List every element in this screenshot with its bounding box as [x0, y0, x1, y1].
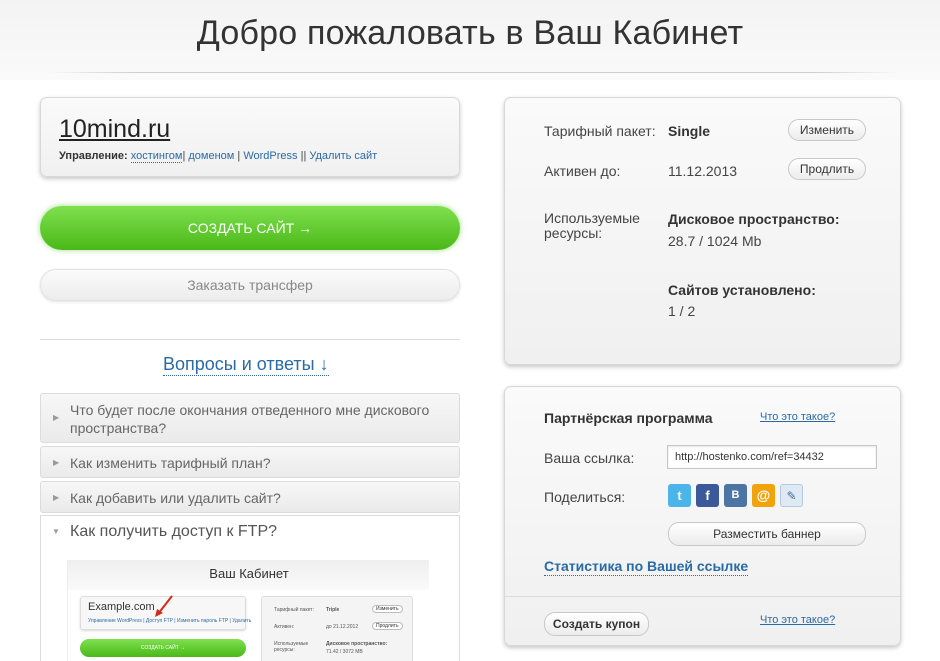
disk-space-value: 28.7 / 1024 Mb [668, 233, 762, 249]
ref-stats-link[interactable]: Статистика по Вашей ссылке [544, 558, 749, 576]
resources-label: Используемые ресурсы: [544, 210, 640, 241]
partner-title: Партнёрская программа [544, 410, 713, 426]
screenshot-create-button: СОЗДАТЬ САЙТ → [80, 639, 246, 657]
tariff-value: Single [668, 123, 711, 139]
red-arrow-icon [155, 595, 173, 617]
chevron-right-icon: ▶ [53, 413, 60, 422]
partner-what-link[interactable]: Что это такое? [760, 411, 835, 423]
screenshot-resources-label: Используемые ресурсы: [274, 641, 309, 653]
screenshot-site-name: Example.com [88, 601, 155, 613]
order-transfer-button[interactable]: Заказать трансфер [40, 269, 460, 301]
screenshot-title: Ваш Кабинет [209, 566, 289, 581]
chevron-right-icon: ▶ [53, 458, 60, 467]
screenshot-disk-label: Дисковое пространство: [326, 641, 388, 647]
header-divider [48, 72, 900, 73]
extend-button[interactable]: Продлить [788, 158, 866, 180]
chevron-down-icon: ▼ [52, 527, 60, 536]
faq-title-link[interactable]: Вопросы и ответы ↓ [163, 353, 329, 376]
section-divider [40, 339, 460, 340]
coupon-what-link[interactable]: Что это такое? [760, 614, 835, 626]
site-management: Управление: хостингом| доменом | WordPre… [59, 150, 378, 163]
sites-installed-label: Сайтов установлено: [668, 282, 816, 298]
hosting-link[interactable]: хостингом [130, 150, 183, 163]
screenshot-disk-value: 71.42 / 3072 MB [326, 649, 363, 655]
create-site-button[interactable]: СОЗДАТЬ САЙТ → [40, 206, 460, 250]
domain-link[interactable]: доменом [188, 150, 234, 162]
twitter-icon[interactable]: t [668, 484, 691, 507]
disk-space-label: Дисковое пространство: [668, 211, 840, 227]
wordpress-link[interactable]: WordPress [243, 150, 297, 162]
ref-link-label: Ваша ссылка: [544, 450, 635, 466]
screenshot-links: Управление WordPress | Доступ FTP | Изме… [88, 618, 252, 624]
sites-installed-value: 1 / 2 [668, 303, 696, 319]
faq-question: Как добавить или удалить сайт? [70, 490, 281, 506]
mail-icon[interactable]: @ [752, 484, 775, 507]
screenshot-tariff-value: Triple [326, 607, 340, 613]
active-until-value: 11.12.2013 [668, 163, 738, 179]
page-title: Добро пожаловать в Ваш Кабинет [196, 14, 744, 52]
share-label: Поделиться: [544, 489, 626, 505]
faq-item[interactable]: ▶ Как изменить тарифный план? [40, 446, 460, 478]
screenshot-active-value: до 21.12.2012 [326, 624, 359, 630]
delete-site-link[interactable]: Удалить сайт [309, 150, 377, 162]
screenshot-extend-button: Продлить [372, 622, 403, 630]
faq-question: Как изменить тарифный план? [70, 455, 271, 471]
screenshot-account-card: Тарифный пакет: Triple Изменить Активен:… [261, 596, 413, 661]
livejournal-icon[interactable]: ✎ [780, 484, 803, 507]
active-until-label: Активен до: [544, 163, 621, 179]
faq-item[interactable]: ▶ Что будет после окончания отведенного … [40, 393, 460, 443]
place-banner-button[interactable]: Разместить баннер [668, 522, 866, 546]
management-label: Управление: [59, 150, 128, 162]
partner-divider [505, 596, 900, 597]
tariff-label: Тарифный пакет: [544, 123, 656, 139]
screenshot-active-label: Активен: [274, 624, 295, 630]
change-tariff-button[interactable]: Изменить [788, 119, 866, 141]
faq-question: Что будет после окончания отведенного мн… [70, 402, 430, 436]
site-name-link[interactable]: 10mind.ru [59, 115, 170, 144]
ref-link-input[interactable] [667, 445, 877, 469]
faq-answer-screenshot: Ваш Кабинет Example.com Управление WordP… [67, 560, 429, 661]
screenshot-change-button: Изменить [372, 605, 403, 613]
vk-icon[interactable]: В [724, 484, 747, 507]
screenshot-tariff-label: Тарифный пакет: [274, 607, 314, 613]
chevron-right-icon: ▶ [53, 493, 60, 502]
faq-item[interactable]: ▶ Как добавить или удалить сайт? [40, 481, 460, 513]
create-coupon-button[interactable]: Создать купон [544, 612, 649, 636]
faq-question: Как получить доступ к FTP? [70, 523, 278, 540]
facebook-icon[interactable]: f [696, 484, 719, 507]
